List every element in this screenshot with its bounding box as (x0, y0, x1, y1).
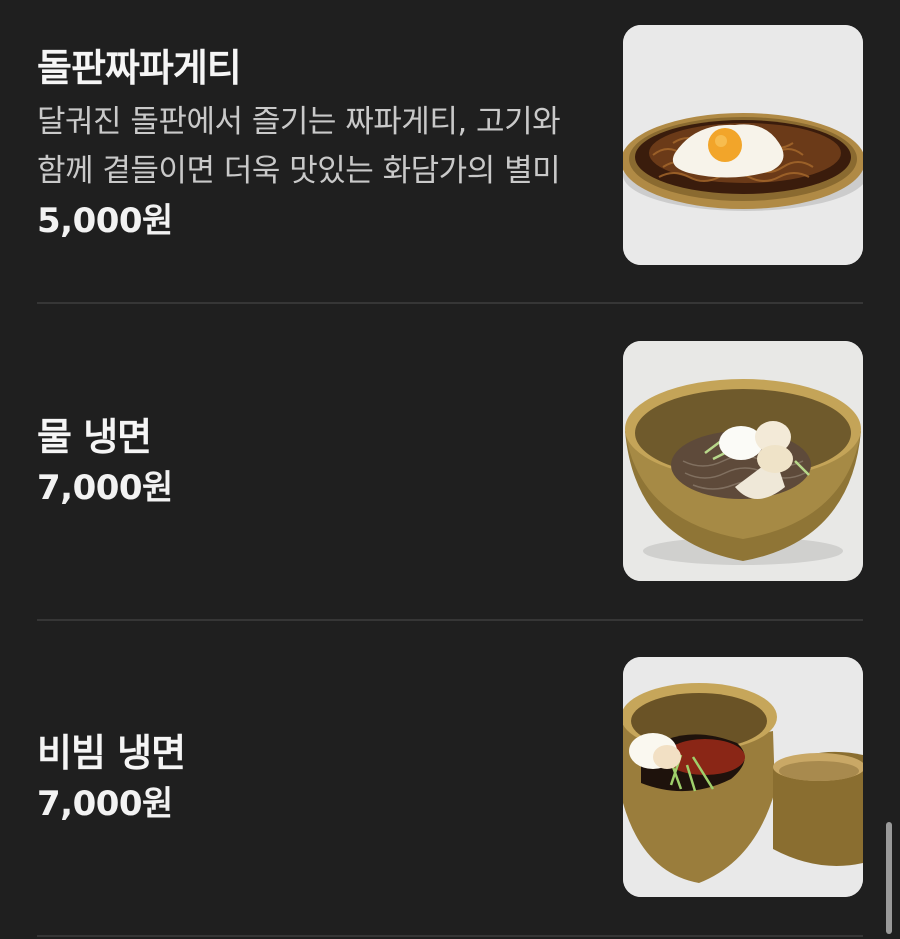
menu-item[interactable]: 돌판짜파게티 달궈진 돌판에서 즐기는 짜파게티, 고기와 함께 곁들이면 더욱… (37, 0, 863, 303)
menu-item-price: 5,000원 (37, 201, 173, 241)
menu-item-text: 돌판짜파게티 달궈진 돌판에서 즐기는 짜파게티, 고기와 함께 곁들이면 더욱… (37, 42, 597, 246)
menu-item-name: 물 냉면 (37, 414, 152, 459)
menu-item-price: 7,000원 (37, 467, 173, 508)
menu-item-description: 달궈진 돌판에서 즐기는 짜파게티, 고기와 함께 곁들이면 더욱 맛있는 화담… (37, 98, 597, 196)
divider (37, 935, 863, 937)
menu-item[interactable]: 물 냉면 7,000원 (37, 303, 863, 620)
menu-item-name: 돌판짜파게티 (37, 46, 242, 90)
mul-naengmyeon-photo[interactable] (623, 341, 863, 581)
scrollbar[interactable] (886, 822, 892, 934)
menu-item-description-line: 달궈진 돌판에서 즐기는 짜파게티, 고기와 (37, 104, 561, 140)
jjapaghetti-photo[interactable] (623, 25, 863, 265)
menu-item-text: 비빔 냉면 7,000원 (37, 620, 597, 936)
menu-item-description-line: 함께 곁들이면 더욱 맛있는 화담가의 별미 (37, 153, 561, 189)
menu-item[interactable]: 비빔 냉면 7,000원 (37, 620, 863, 936)
menu-item-text: 물 냉면 7,000원 (37, 303, 597, 620)
menu-item-price: 7,000원 (37, 784, 173, 824)
bibim-naengmyeon-photo[interactable] (623, 657, 863, 897)
menu-item-name: 비빔 냉면 (37, 731, 186, 775)
